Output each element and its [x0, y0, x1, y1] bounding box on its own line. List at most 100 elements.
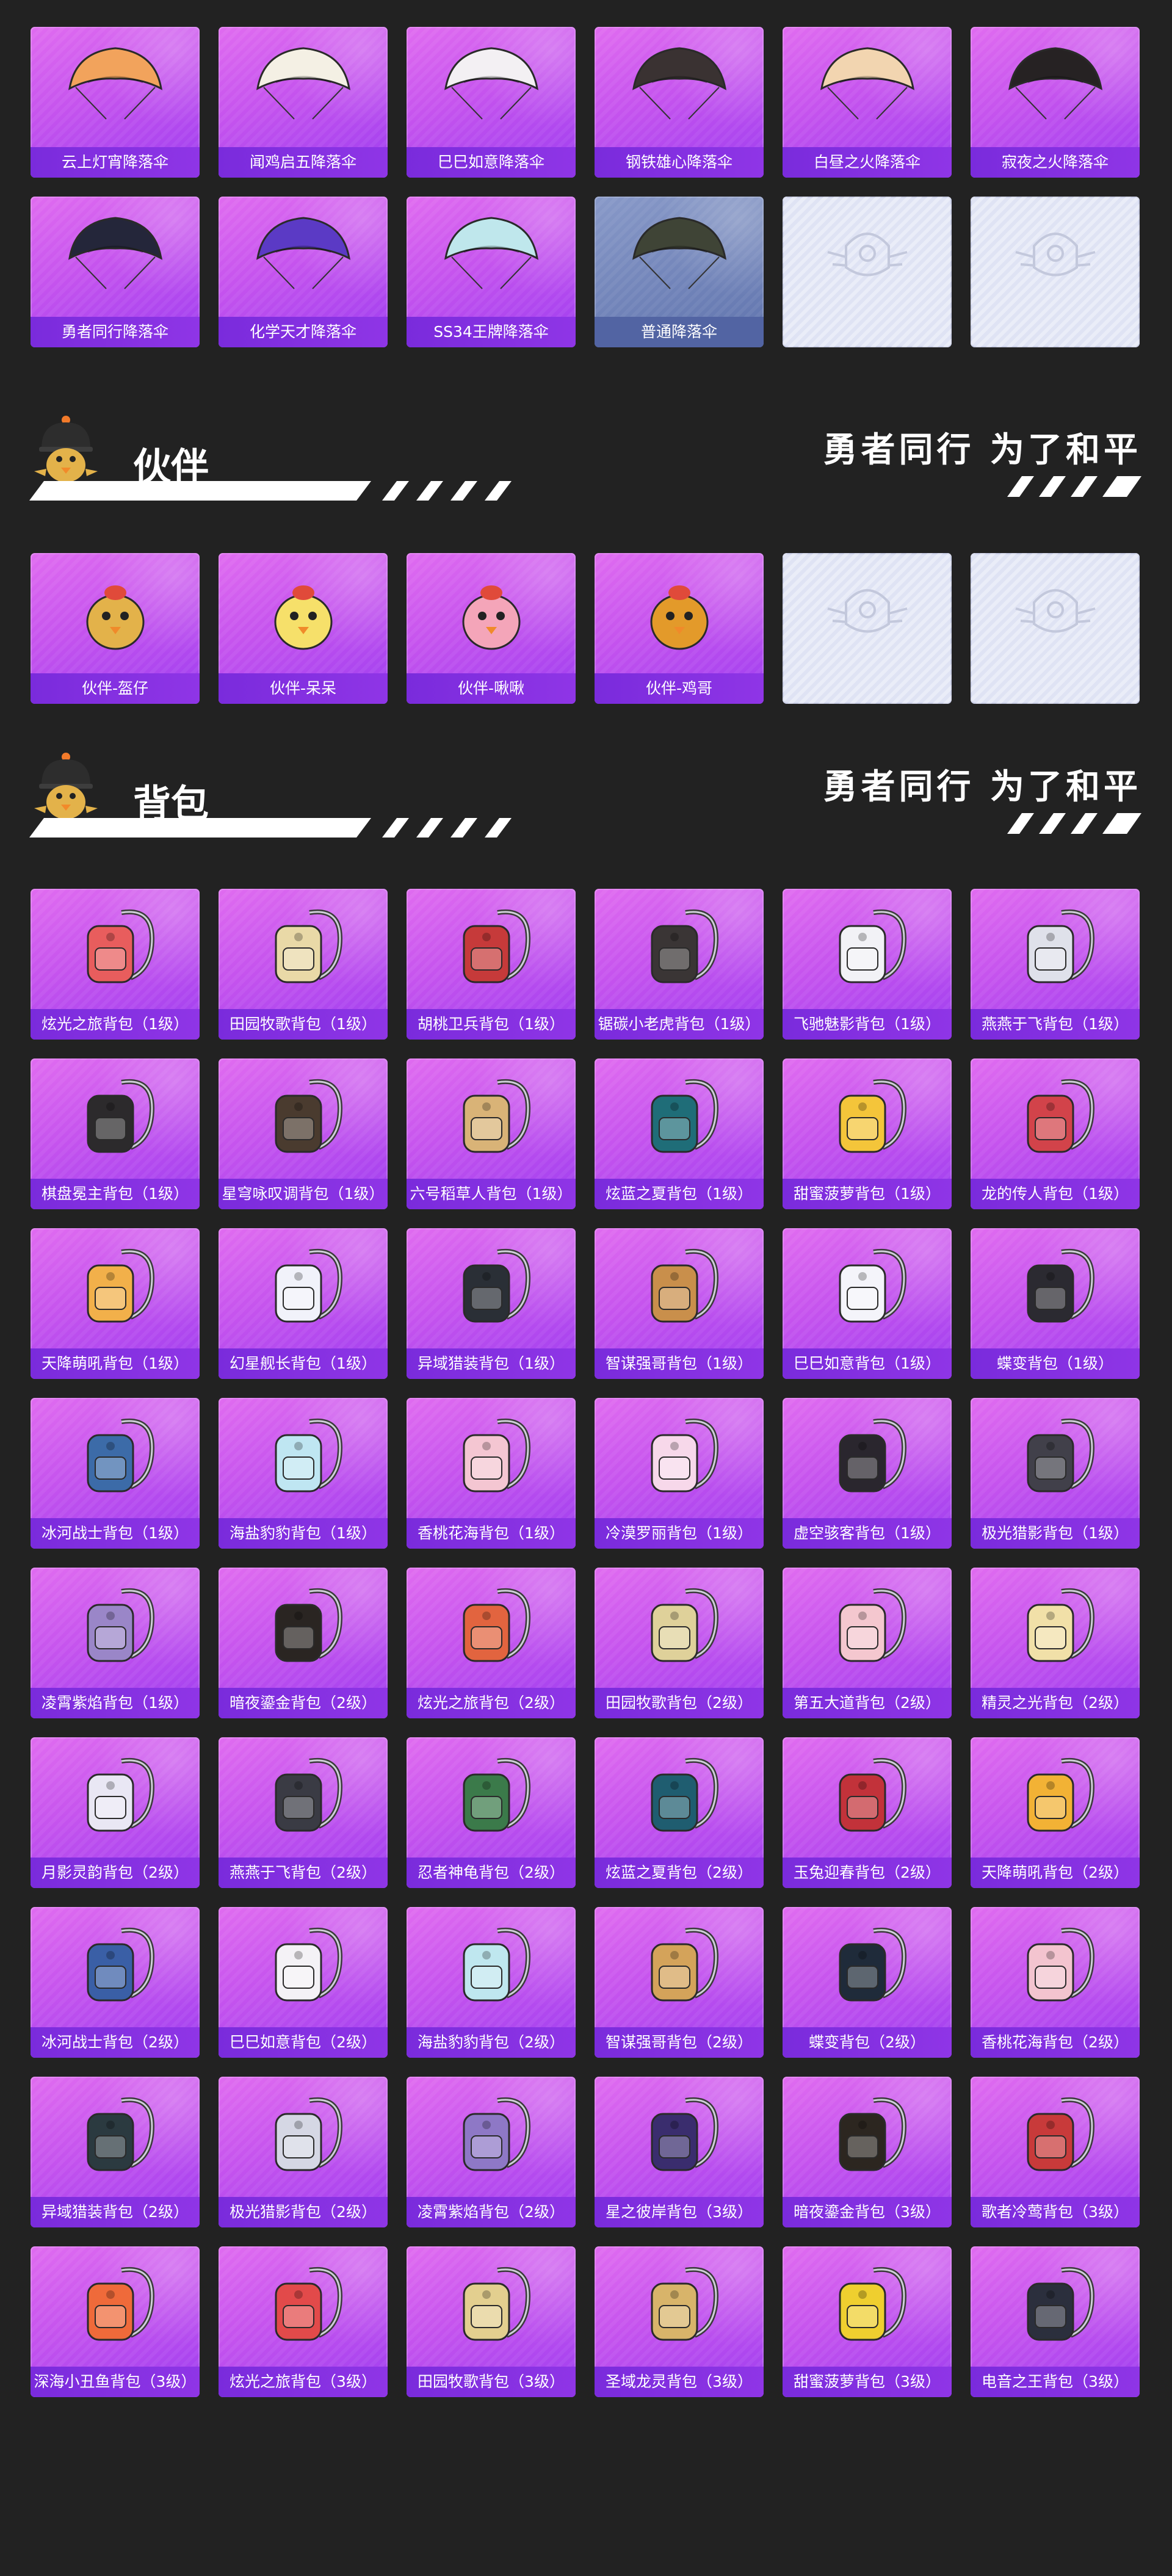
companion-card[interactable]: 伙伴-啾啾	[407, 553, 576, 704]
backpack-card[interactable]: 甜蜜菠萝背包（1级）	[783, 1058, 952, 1209]
item-label: 冷漠罗丽背包（1级）	[595, 1518, 764, 1549]
parachute-card[interactable]: 化学天才降落伞	[219, 197, 388, 347]
parachute-card[interactable]: 云上灯宵降落伞	[31, 27, 200, 178]
title-underline-stripes	[29, 818, 512, 838]
backpack-card[interactable]: 炫光之旅背包（3级）	[219, 2246, 388, 2397]
parachute-card[interactable]: 闻鸡启五降落伞	[219, 27, 388, 178]
backpack-icon	[463, 2267, 530, 2341]
backpack-card[interactable]: 暗夜鎏金背包（3级）	[783, 2077, 952, 2227]
backpack-icon	[1027, 1588, 1094, 1662]
backpack-card[interactable]: 凌霄紫焰背包（2级）	[407, 2077, 576, 2227]
parachute-card[interactable]: 白昼之火降落伞	[783, 27, 952, 178]
item-label: 月影灵韵背包（2级）	[31, 1858, 200, 1888]
companion-icon	[462, 585, 520, 650]
backpack-card[interactable]: 冰河战士背包（1级）	[31, 1398, 200, 1549]
backpack-card[interactable]: 飞驰魅影背包（1级）	[783, 889, 952, 1040]
backpack-card[interactable]: 田园牧歌背包（1级）	[219, 889, 388, 1040]
backpack-card[interactable]: 六号稻草人背包（1级）	[407, 1058, 576, 1209]
item-label: 甜蜜菠萝背包（3级）	[783, 2367, 952, 2397]
backpack-card[interactable]: 燕燕于飞背包（1级）	[971, 889, 1140, 1040]
companion-icon	[86, 585, 144, 650]
backpack-card[interactable]: 异域猎装背包（1级）	[407, 1228, 576, 1379]
parachute-card[interactable]: 钢铁雄心降落伞	[595, 27, 764, 178]
backpack-card[interactable]: 月影灵韵背包（2级）	[31, 1737, 200, 1888]
parachute-card[interactable]: 寂夜之火降落伞	[971, 27, 1140, 178]
backpack-icon	[651, 1418, 718, 1492]
backpack-card[interactable]: 炫光之旅背包（2级）	[407, 1568, 576, 1718]
parachute-icon	[632, 47, 726, 120]
backpack-card[interactable]: 暗夜鎏金背包（2级）	[219, 1568, 388, 1718]
backpack-card[interactable]: 蝶变背包（1级）	[971, 1228, 1140, 1379]
backpack-card[interactable]: 香桃花海背包（2级）	[971, 1907, 1140, 2058]
backpack-card[interactable]: 精灵之光背包（2级）	[971, 1568, 1140, 1718]
backpack-card[interactable]: 炫蓝之夏背包（1级）	[595, 1058, 764, 1209]
backpack-card[interactable]: 冰河战士背包（2级）	[31, 1907, 200, 2058]
backpack-card[interactable]: 异域猎装背包（2级）	[31, 2077, 200, 2227]
parachute-card[interactable]: 普通降落伞	[595, 197, 764, 347]
backpack-card[interactable]: 龙的传人背包（1级）	[971, 1058, 1140, 1209]
backpack-card[interactable]: 巳巳如意背包（1级）	[783, 1228, 952, 1379]
backpack-icon	[651, 1079, 718, 1153]
parachute-icon	[68, 217, 162, 289]
slogan-stripes	[1007, 476, 1141, 497]
backpack-card[interactable]: 海盐豹豹背包（1级）	[219, 1398, 388, 1549]
backpack-icon	[1027, 1079, 1094, 1153]
item-label: 星穹咏叹调背包（1级）	[219, 1179, 388, 1209]
backpack-card[interactable]: 田园牧歌背包（3级）	[407, 2246, 576, 2397]
backpack-card[interactable]: 极光猎影背包（1级）	[971, 1398, 1140, 1549]
parachute-card[interactable]: 巳巳如意降落伞	[407, 27, 576, 178]
backpack-card[interactable]: 忍者神龟背包（2级）	[407, 1737, 576, 1888]
backpack-card[interactable]: 虚空骇客背包（1级）	[783, 1398, 952, 1549]
backpack-icon	[1027, 1757, 1094, 1832]
item-label: 燕燕于飞背包（2级）	[219, 1858, 388, 1888]
backpack-card[interactable]: 天降萌吼背包（2级）	[971, 1737, 1140, 1888]
item-label: 伙伴-呆呆	[219, 673, 388, 704]
backpack-icon	[275, 2267, 342, 2341]
backpack-card[interactable]: 燕燕于飞背包（2级）	[219, 1737, 388, 1888]
companion-icon	[650, 585, 708, 650]
backpack-card[interactable]: 蝶变背包（2级）	[783, 1907, 952, 2058]
backpack-card[interactable]: 香桃花海背包（1级）	[407, 1398, 576, 1549]
backpack-card[interactable]: 玉兔迎春背包（2级）	[783, 1737, 952, 1888]
parachute-card[interactable]: 勇者同行降落伞	[31, 197, 200, 347]
backpack-card[interactable]: 锯碳小老虎背包（1级）	[595, 889, 764, 1040]
backpack-card[interactable]: 歌者冷莺背包（3级）	[971, 2077, 1140, 2227]
backpack-card[interactable]: 星之彼岸背包（3级）	[595, 2077, 764, 2227]
backpack-card[interactable]: 甜蜜菠萝背包（3级）	[783, 2246, 952, 2397]
backpack-icon	[87, 2097, 154, 2171]
companion-card[interactable]: 伙伴-鸡哥	[595, 553, 764, 704]
item-label: 甜蜜菠萝背包（1级）	[783, 1179, 952, 1209]
backpack-card[interactable]: 幻星舰长背包（1级）	[219, 1228, 388, 1379]
companion-card[interactable]: 伙伴-盔仔	[31, 553, 200, 704]
backpack-card[interactable]: 天降萌吼背包（1级）	[31, 1228, 200, 1379]
pubg-emblem-placeholder-icon	[827, 233, 908, 277]
backpack-card[interactable]: 第五大道背包（2级）	[783, 1568, 952, 1718]
backpack-card[interactable]: 极光猎影背包（2级）	[219, 2077, 388, 2227]
backpack-card[interactable]: 巳巳如意背包（2级）	[219, 1907, 388, 2058]
backpack-card[interactable]: 冷漠罗丽背包（1级）	[595, 1398, 764, 1549]
item-label: 炫蓝之夏背包（2级）	[595, 1858, 764, 1888]
item-label: 冰河战士背包（1级）	[31, 1518, 200, 1549]
item-label: 田园牧歌背包（1级）	[219, 1009, 388, 1040]
backpack-card[interactable]: 智谋强哥背包（1级）	[595, 1228, 764, 1379]
backpack-card[interactable]: 棋盘冕主背包（1级）	[31, 1058, 200, 1209]
backpack-card[interactable]: 圣域龙灵背包（3级）	[595, 2246, 764, 2397]
parachute-card[interactable]: SS34王牌降落伞	[407, 197, 576, 347]
backpack-icon	[1027, 1418, 1094, 1492]
backpack-card[interactable]: 星穹咏叹调背包（1级）	[219, 1058, 388, 1209]
backpack-card[interactable]: 凌霄紫焰背包（1级）	[31, 1568, 200, 1718]
item-label: 巳巳如意降落伞	[407, 147, 576, 178]
item-label: 海盐豹豹背包（1级）	[219, 1518, 388, 1549]
backpack-card[interactable]: 炫蓝之夏背包（2级）	[595, 1737, 764, 1888]
backpack-card[interactable]: 深海小丑鱼背包（3级）	[31, 2246, 200, 2397]
backpack-card[interactable]: 炫光之旅背包（1级）	[31, 889, 200, 1040]
backpack-card[interactable]: 胡桃卫兵背包（1级）	[407, 889, 576, 1040]
parachute-icon	[820, 47, 914, 120]
backpack-card[interactable]: 田园牧歌背包（2级）	[595, 1568, 764, 1718]
backpack-card[interactable]: 智谋强哥背包（2级）	[595, 1907, 764, 2058]
companion-card[interactable]: 伙伴-呆呆	[219, 553, 388, 704]
backpack-card[interactable]: 海盐豹豹背包（2级）	[407, 1907, 576, 2058]
backpack-card[interactable]: 电音之王背包（3级）	[971, 2246, 1140, 2397]
backpack-icon	[651, 1757, 718, 1832]
backpack-icon	[1027, 1248, 1094, 1323]
